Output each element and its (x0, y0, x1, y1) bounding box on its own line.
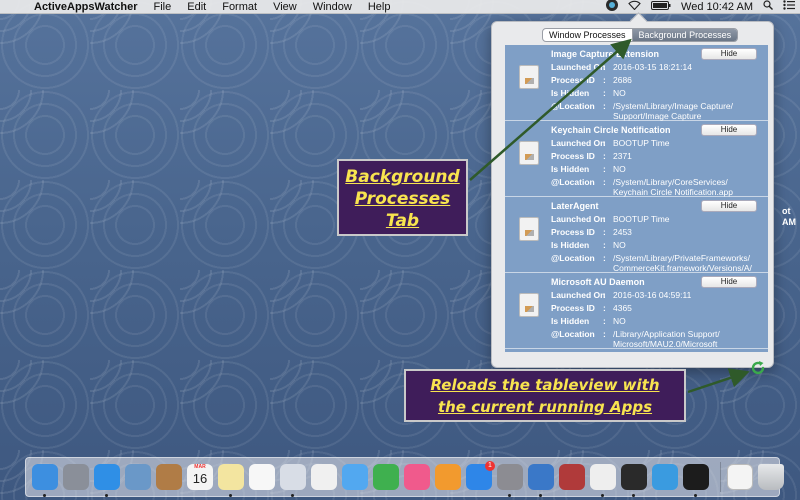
activeappswatcher-status-icon (606, 0, 619, 11)
process-document-icon (519, 217, 539, 241)
reload-icon (751, 361, 765, 375)
dock-itunes-icon[interactable] (404, 464, 430, 490)
dock-notes-icon[interactable] (218, 464, 244, 497)
dock-app-store-icon[interactable]: 1 (466, 461, 495, 490)
spotlight-icon[interactable] (758, 0, 778, 13)
notification-center-icon[interactable] (778, 0, 800, 13)
is-hidden-field: Is Hidden: NO (551, 316, 626, 326)
is-hidden-field: Is Hidden: NO (551, 88, 626, 98)
location-field: @Location:/System/Library/Image Capture/… (551, 101, 733, 121)
process-id-field: Process ID:2686 (551, 75, 632, 85)
launched-on-field: Launched On: BOOTUP Time (551, 214, 670, 224)
dock-calendar-icon[interactable]: MAR 16 (187, 464, 213, 490)
hide-button[interactable]: Hide (701, 48, 757, 60)
process-name: Keychain Circle Notification (551, 125, 671, 135)
reload-button[interactable] (750, 360, 766, 376)
launched-on-field: Launched On: 2016-03-16 04:59:11 (551, 290, 692, 300)
dock-preview-icon[interactable] (280, 464, 306, 497)
process-id-field: Process ID:4365 (551, 303, 632, 313)
menu-help[interactable]: Help (360, 1, 399, 13)
process-name: LaterAgent (551, 201, 599, 211)
tab-background-processes[interactable]: Background Processes (631, 29, 738, 41)
menu-bar: ActiveAppsWatcher File Edit Format View … (0, 0, 800, 14)
launched-on-field: Launched On: 2016-03-15 18:21:14 (551, 62, 692, 72)
dock-document-icon[interactable] (727, 464, 753, 490)
hide-button[interactable]: Hide (701, 200, 757, 212)
location-field: @Location:/System/Library/CoreServices/K… (551, 177, 734, 197)
dock-finder-icon[interactable] (32, 464, 58, 497)
status-item-activeappswatcher[interactable] (601, 0, 623, 14)
dock-ibooks-icon[interactable] (435, 464, 461, 490)
process-type-segmented-control: Window Processes Background Processes (542, 28, 739, 42)
menu-format[interactable]: Format (214, 1, 265, 13)
location-field: @Location:/System/Library/PrivateFramewo… (551, 253, 752, 273)
hide-button[interactable]: Hide (701, 124, 757, 136)
battery-icon[interactable] (646, 0, 676, 13)
dock-dictionary-icon[interactable] (559, 464, 585, 490)
dock-wave-app-icon[interactable] (652, 464, 678, 490)
tab-window-processes[interactable]: Window Processes (543, 29, 632, 41)
table-row[interactable]: Keychain Circle Notification Hide Launch… (505, 121, 768, 197)
dock-textedit-icon[interactable] (590, 464, 616, 497)
process-table[interactable]: Image Capture Extension Hide Launched On… (505, 45, 768, 352)
process-document-icon (519, 65, 539, 89)
dock-safari-icon[interactable] (94, 464, 120, 497)
dock: MAR 16 1 (25, 457, 784, 497)
launched-on-field: Launched On: BOOTUP Time (551, 138, 670, 148)
table-row[interactable]: Image Capture Extension Hide Launched On… (505, 45, 768, 121)
dock-photos-icon[interactable] (311, 464, 337, 490)
wifi-icon[interactable] (623, 0, 646, 13)
dock-activity-monitor-icon[interactable] (621, 464, 647, 497)
dock-trash-icon[interactable] (758, 464, 784, 490)
background-processes-callout: Background Processes Tab (337, 159, 468, 236)
dock-messages-icon[interactable] (342, 464, 368, 490)
table-row[interactable]: LaterAgent Hide Launched On: BOOTUP Time … (505, 197, 768, 273)
dock-launchpad-icon[interactable] (63, 464, 89, 490)
reload-callout: Reloads the tableview with the current r… (404, 369, 686, 422)
process-name: Image Capture Extension (551, 49, 660, 59)
process-name: Microsoft AU Daemon (551, 277, 645, 287)
desktop-item-label: ot AM (782, 206, 796, 227)
location-field: @Location:/Library/Application Support/M… (551, 329, 720, 349)
dock-separator (720, 462, 721, 492)
process-document-icon (519, 293, 539, 317)
processes-popover: Window Processes Background Processes Im… (491, 21, 774, 368)
dock-contacts-icon[interactable] (156, 464, 182, 490)
dock-photo-preview-icon[interactable] (125, 464, 151, 490)
process-document-icon (519, 141, 539, 165)
dock-xcode-icon[interactable] (528, 464, 554, 497)
menu-view[interactable]: View (265, 1, 305, 13)
dock-system-preferences-icon[interactable] (497, 464, 523, 497)
is-hidden-field: Is Hidden: NO (551, 240, 626, 250)
menu-edit[interactable]: Edit (179, 1, 214, 13)
app-menu[interactable]: ActiveAppsWatcher (28, 1, 146, 13)
menu-window[interactable]: Window (305, 1, 360, 13)
dock-facetime-icon[interactable] (373, 464, 399, 490)
app-store-badge: 1 (485, 461, 495, 471)
clock[interactable]: Wed 10:42 AM (676, 1, 758, 13)
hide-button[interactable]: Hide (701, 276, 757, 288)
process-id-field: Process ID:2371 (551, 151, 632, 161)
menu-file[interactable]: File (146, 1, 180, 13)
is-hidden-field: Is Hidden: NO (551, 164, 626, 174)
dock-reminders-icon[interactable] (249, 464, 275, 490)
process-id-field: Process ID:2453 (551, 227, 632, 237)
dock-active-apps-watcher-icon[interactable] (683, 464, 709, 497)
table-row[interactable]: Microsoft AU Daemon Hide Launched On: 201… (505, 273, 768, 349)
